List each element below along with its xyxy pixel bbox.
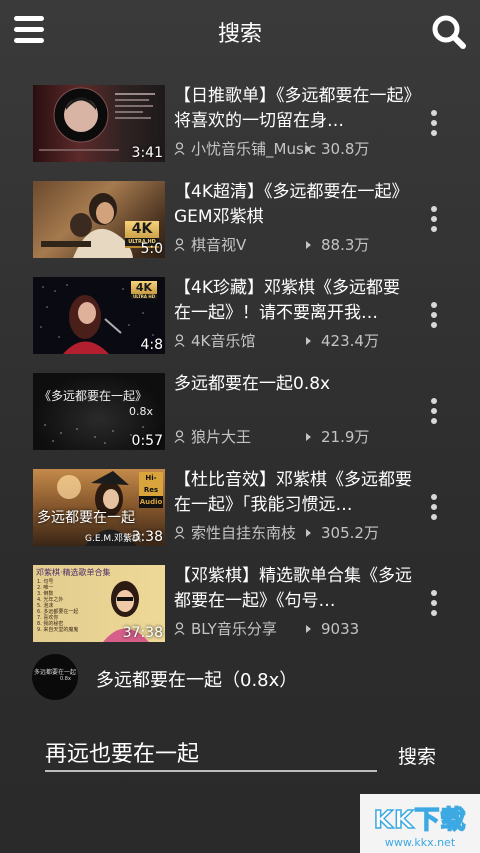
more-options-icon[interactable] <box>428 590 440 618</box>
video-title[interactable]: 多远都要在一起0.8x <box>174 372 414 397</box>
video-title[interactable]: 【4K珍藏】邓紫棋《多远都要在一起》！请不要离开我… <box>174 276 414 326</box>
now-playing-title[interactable]: 多远都要在一起（0.8x） <box>96 666 297 692</box>
person-icon <box>174 334 185 347</box>
person-icon <box>174 526 185 539</box>
play-count-icon <box>306 337 311 345</box>
video-result-item[interactable]: 《多远都要在一起》 0.8x 0:57 多远都要在一起0.8x 狼片大王 21.9… <box>0 368 480 464</box>
video-result-item[interactable]: 3:41 【日推歌单】《多远都要在一起》将喜欢的一切留在身… 小忧音乐铺_Mus… <box>0 80 480 176</box>
channel-info: 索性自挂东南枝 <box>174 522 306 543</box>
video-duration: 0:57 <box>131 433 163 449</box>
video-title[interactable]: 【日推歌单】《多远都要在一起》将喜欢的一切留在身… <box>174 84 414 134</box>
video-title[interactable]: 【杜比音效】邓紫棋《多远都要在一起》「我能习惯远… <box>174 468 414 518</box>
video-duration: 3:38 <box>131 529 163 545</box>
play-count-icon <box>306 529 311 537</box>
view-count: 21.9万 <box>321 428 370 446</box>
person-icon <box>174 142 185 155</box>
watermark: KK下载 www.kkx.net <box>360 794 480 853</box>
video-thumbnail[interactable]: 3:41 <box>33 85 165 162</box>
play-count-icon <box>306 241 311 249</box>
clip-caption: 《多远都要在一起》 <box>39 389 148 403</box>
person-icon <box>174 238 185 251</box>
search-input[interactable] <box>45 734 377 772</box>
channel-info: BLY音乐分享 <box>174 618 306 639</box>
video-meta: 棋音视V 88.3万 <box>174 234 369 255</box>
view-count: 423.4万 <box>321 332 379 350</box>
video-duration: 37:38 <box>122 625 163 641</box>
more-options-icon[interactable] <box>428 494 440 522</box>
search-icon[interactable] <box>430 12 470 52</box>
video-meta: 索性自挂东南枝 305.2万 <box>174 522 379 543</box>
video-meta: 4K音乐馆 423.4万 <box>174 330 379 351</box>
search-submit-button[interactable]: 搜索 <box>398 742 436 769</box>
now-playing-thumbnail[interactable]: 多远都要在一起 0.8x <box>32 654 78 700</box>
page-title: 搜索 <box>217 22 262 47</box>
video-thumbnail[interactable]: 《多远都要在一起》 0.8x 0:57 <box>33 373 165 450</box>
video-result-item[interactable]: Hi-Res Audio 多远都要在一起 G.E.M.邓紫棋 3:38 【杜比音… <box>0 464 480 560</box>
watermark-logo-text: KK下载 <box>373 804 467 835</box>
watermark-url: www.kkx.net <box>384 836 456 849</box>
video-title[interactable]: 【4K超清】《多远都要在一起》GEM邓紫棋 <box>174 180 414 230</box>
4k-ultra-hd-badge: 4K ULTRA HD <box>131 281 157 299</box>
channel-info: 棋音视V <box>174 234 306 255</box>
hires-audio-badge: Hi-Res Audio <box>139 472 163 508</box>
search-results-list: 3:41 【日推歌单】《多远都要在一起》将喜欢的一切留在身… 小忧音乐铺_Mus… <box>0 80 480 656</box>
play-count-icon <box>306 145 311 153</box>
channel-name[interactable]: 棋音视V <box>191 236 246 254</box>
video-duration: 5:0 <box>140 241 163 257</box>
now-playing-thumb-caption: 多远都要在一起 <box>34 669 77 676</box>
person-icon <box>174 622 185 635</box>
video-duration: 4:8 <box>140 337 163 353</box>
view-count: 9033 <box>321 620 360 638</box>
more-options-icon[interactable] <box>428 302 440 330</box>
video-thumbnail[interactable]: 4K ULTRA HD 5:0 <box>33 181 165 258</box>
app-header: 搜索 <box>0 0 480 62</box>
channel-name[interactable]: 索性自挂东南枝 <box>191 524 296 542</box>
video-result-item[interactable]: 4K ULTRA HD 5:0 【4K超清】《多远都要在一起》GEM邓紫棋 棋音… <box>0 176 480 272</box>
person-icon <box>174 430 185 443</box>
video-thumbnail[interactable]: Hi-Res Audio 多远都要在一起 G.E.M.邓紫棋 3:38 <box>33 469 165 546</box>
clip-speed: 0.8x <box>129 405 154 418</box>
video-result-item[interactable]: 邓紫棋·精选歌单合集 1. 句号 2. 唯一 3. 倒数 4. 光年之外 5. 泡沫 6.… <box>0 560 480 656</box>
video-meta: 狼片大王 21.9万 <box>174 426 369 447</box>
view-count: 88.3万 <box>321 236 370 254</box>
channel-name[interactable]: BLY音乐分享 <box>191 620 277 638</box>
channel-name[interactable]: 小忧音乐铺_Music <box>191 140 316 158</box>
view-count: 305.2万 <box>321 524 379 542</box>
play-count-icon <box>306 433 311 441</box>
more-options-icon[interactable] <box>428 398 440 426</box>
video-thumbnail[interactable]: 4K ULTRA HD 4:8 <box>33 277 165 354</box>
channel-name[interactable]: 狼片大王 <box>191 428 251 446</box>
video-meta: 小忧音乐铺_Music 30.8万 <box>174 138 369 159</box>
play-count-icon <box>306 625 311 633</box>
channel-info: 狼片大王 <box>174 426 306 447</box>
video-meta: BLY音乐分享 9033 <box>174 618 359 639</box>
video-thumbnail[interactable]: 邓紫棋·精选歌单合集 1. 句号 2. 唯一 3. 倒数 4. 光年之外 5. 泡沫 6.… <box>33 565 165 642</box>
now-playing-thumb-speed: 0.8x <box>60 676 71 682</box>
overlay-song: 多远都要在一起 <box>37 510 135 526</box>
video-title[interactable]: 【邓紫棋】精选歌单合集《多远都要在一起》《句号… <box>174 564 414 614</box>
channel-info: 4K音乐馆 <box>174 330 306 351</box>
view-count: 30.8万 <box>321 140 370 158</box>
now-playing-bar[interactable]: 多远都要在一起 0.8x 多远都要在一起（0.8x） <box>0 652 480 702</box>
more-options-icon[interactable] <box>428 110 440 138</box>
more-options-icon[interactable] <box>428 206 440 234</box>
video-result-item[interactable]: 4K ULTRA HD 4:8 【4K珍藏】邓紫棋《多远都要在一起》！请不要离开… <box>0 272 480 368</box>
channel-name[interactable]: 4K音乐馆 <box>191 332 255 350</box>
video-duration: 3:41 <box>131 145 163 161</box>
channel-info: 小忧音乐铺_Music <box>174 138 316 159</box>
